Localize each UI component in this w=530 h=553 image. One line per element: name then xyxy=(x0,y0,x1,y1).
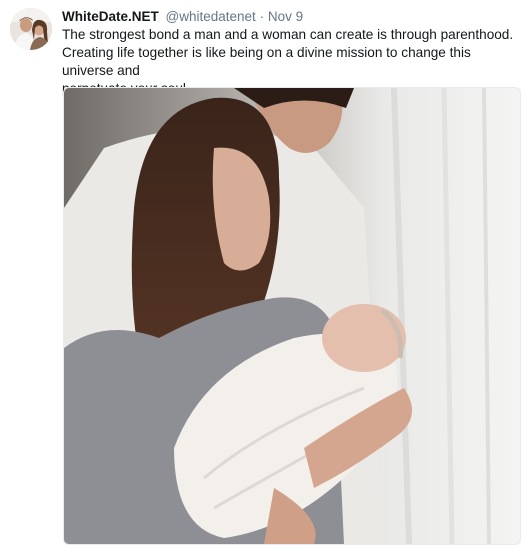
photo-image xyxy=(64,88,520,544)
tweet-photo[interactable] xyxy=(63,87,521,545)
separator-dot: · xyxy=(259,9,265,24)
user-handle[interactable]: @whitedatenet xyxy=(166,9,256,24)
avatar-image xyxy=(10,8,52,50)
tweet-header: WhiteDate.NET @whitedatenet · Nov 9 xyxy=(62,8,303,25)
avatar[interactable] xyxy=(10,8,52,50)
tweet-text-line: Creating life together is like being on … xyxy=(62,45,471,78)
tweet[interactable]: WhiteDate.NET @whitedatenet · Nov 9 The … xyxy=(0,0,530,553)
tweet-text-line: The strongest bond a man and a woman can… xyxy=(62,27,514,42)
tweet-timestamp[interactable]: Nov 9 xyxy=(268,9,303,24)
display-name[interactable]: WhiteDate.NET xyxy=(62,9,159,24)
